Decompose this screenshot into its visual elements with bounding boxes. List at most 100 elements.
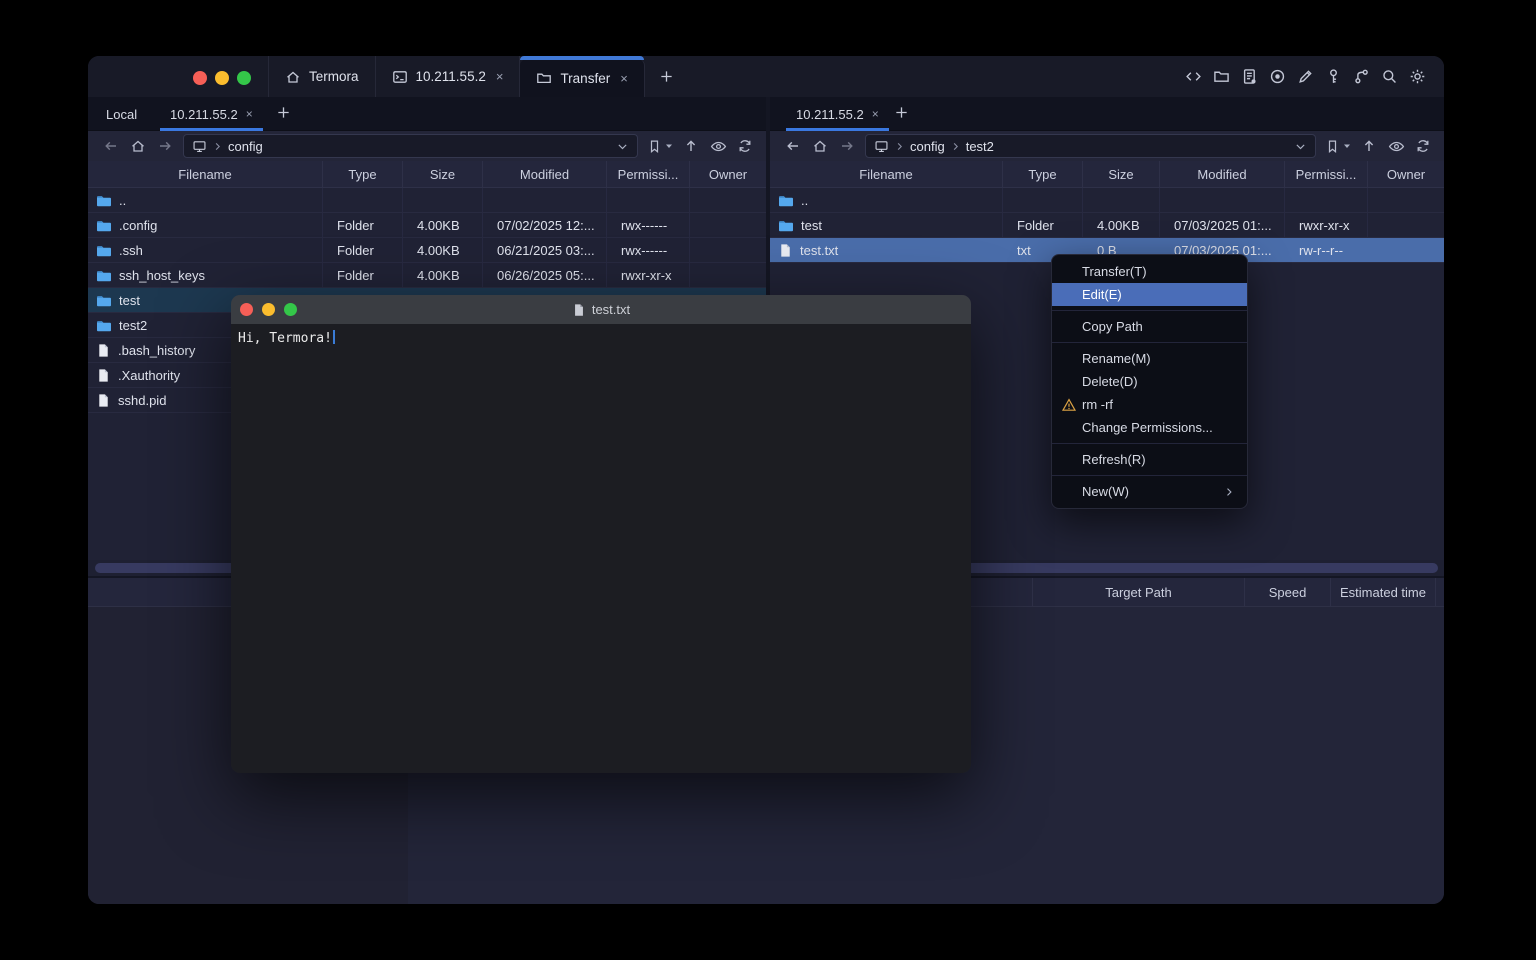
new-tab-button[interactable]	[645, 56, 688, 97]
refresh-icon[interactable]	[1414, 137, 1432, 155]
menu-item-rm-rf[interactable]: rm -rf	[1052, 393, 1247, 416]
menu-separator	[1052, 310, 1247, 311]
table-row[interactable]: test Folder4.00KB07/03/2025 01:...rwxr-x…	[770, 213, 1444, 238]
column-header[interactable]: Target Path	[1032, 578, 1244, 606]
menu-item-edit[interactable]: Edit(E)	[1052, 283, 1247, 306]
chevron-right-icon	[212, 141, 223, 152]
tab-label: 10.211.55.2	[416, 69, 486, 84]
column-header[interactable]: Permissi...	[1285, 161, 1368, 187]
toolbar	[1184, 56, 1426, 97]
refresh-icon[interactable]	[736, 137, 754, 155]
table-row[interactable]: ..	[770, 188, 1444, 213]
editor-zoom-button[interactable]	[284, 303, 297, 316]
snippets-icon[interactable]	[1240, 68, 1258, 86]
window-tabs: Termora 10.211.55.2 × Transfer ×	[268, 56, 688, 97]
close-tab-icon[interactable]: ×	[620, 71, 628, 86]
right-tab-host[interactable]: 10.211.55.2 ×	[782, 97, 893, 131]
pencil-icon[interactable]	[1296, 68, 1314, 86]
tab-host[interactable]: 10.211.55.2 ×	[376, 56, 521, 97]
back-icon[interactable]	[102, 137, 120, 155]
column-header[interactable]: Filename	[88, 161, 323, 187]
column-header[interactable]: Owner	[1368, 161, 1444, 187]
caret-down-icon	[665, 142, 673, 150]
code-icon[interactable]	[1184, 68, 1202, 86]
column-header[interactable]: Type	[323, 161, 403, 187]
table-row[interactable]: ssh_host_keys Folder4.00KB06/26/2025 05:…	[88, 263, 766, 288]
breadcrumb-segment[interactable]: config	[228, 139, 263, 154]
titlebar: Termora 10.211.55.2 × Transfer ×	[88, 56, 1444, 97]
home-icon[interactable]	[811, 137, 829, 155]
column-header[interactable]: Modified	[1160, 161, 1285, 187]
menu-separator	[1052, 443, 1247, 444]
breadcrumb-segment[interactable]: test2	[966, 139, 994, 154]
column-header[interactable]: Type	[1003, 161, 1083, 187]
tab-label: Termora	[309, 69, 359, 84]
close-tab-icon[interactable]: ×	[496, 69, 504, 84]
editor-close-button[interactable]	[240, 303, 253, 316]
menu-item-delete[interactable]: Delete(D)	[1052, 370, 1247, 393]
keychain-icon[interactable]	[1352, 68, 1370, 86]
table-row[interactable]: .ssh Folder4.00KB06/21/2025 03:...rwx---…	[88, 238, 766, 263]
zoom-window-button[interactable]	[237, 71, 251, 85]
close-window-button[interactable]	[193, 71, 207, 85]
column-header[interactable]: Size	[1083, 161, 1160, 187]
table-row[interactable]: .config Folder4.00KB07/02/2025 12:...rwx…	[88, 213, 766, 238]
settings-icon[interactable]	[1408, 68, 1426, 86]
column-header[interactable]: Permissi...	[607, 161, 690, 187]
folder-icon	[778, 193, 794, 209]
column-header[interactable]: Filename	[770, 161, 1003, 187]
menu-item-change-permissions[interactable]: Change Permissions...	[1052, 416, 1247, 439]
computer-icon	[192, 139, 207, 154]
breadcrumb-segment[interactable]: config	[910, 139, 945, 154]
folder-icon	[96, 243, 112, 259]
search-icon[interactable]	[1380, 68, 1398, 86]
chevron-right-icon	[950, 141, 961, 152]
bookmark-button[interactable]	[647, 139, 673, 154]
menu-item-copy-path[interactable]: Copy Path	[1052, 315, 1247, 338]
menu-item-rename[interactable]: Rename(M)	[1052, 347, 1247, 370]
table-row[interactable]: ..	[88, 188, 766, 213]
tab-termora[interactable]: Termora	[268, 56, 376, 97]
upload-icon[interactable]	[682, 137, 700, 155]
menu-item-new[interactable]: New(W)	[1052, 480, 1247, 503]
chevron-down-icon[interactable]	[1294, 140, 1307, 153]
key-icon[interactable]	[1324, 68, 1342, 86]
editor-minimize-button[interactable]	[262, 303, 275, 316]
editor-titlebar[interactable]: test.txt	[231, 295, 971, 324]
home-icon	[285, 69, 301, 85]
record-icon[interactable]	[1268, 68, 1286, 86]
folder-icon	[536, 70, 552, 86]
show-hidden-icon[interactable]	[709, 137, 727, 155]
right-path-input[interactable]: config test2	[865, 134, 1316, 158]
left-path-input[interactable]: config	[183, 134, 638, 158]
column-header[interactable]: Size	[403, 161, 483, 187]
tab-label: Transfer	[560, 71, 610, 86]
upload-icon[interactable]	[1360, 137, 1378, 155]
show-hidden-icon[interactable]	[1387, 137, 1405, 155]
column-header[interactable]: Owner	[690, 161, 766, 187]
folder-icon[interactable]	[1212, 68, 1230, 86]
bookmark-button[interactable]	[1325, 139, 1351, 154]
menu-item-transfer[interactable]: Transfer(T)	[1052, 260, 1247, 283]
close-tab-icon[interactable]: ×	[872, 107, 879, 121]
computer-icon	[874, 139, 889, 154]
editor-content[interactable]: Hi, Termora!	[231, 324, 971, 773]
back-icon[interactable]	[784, 137, 802, 155]
home-icon[interactable]	[129, 137, 147, 155]
editor-title: test.txt	[592, 302, 630, 317]
left-tab-local[interactable]: Local	[92, 97, 151, 131]
column-header[interactable]: Estimated time	[1330, 578, 1435, 606]
forward-icon[interactable]	[156, 137, 174, 155]
tab-transfer[interactable]: Transfer ×	[520, 59, 644, 97]
left-tab-host[interactable]: 10.211.55.2 ×	[156, 97, 267, 131]
forward-icon[interactable]	[838, 137, 856, 155]
minimize-window-button[interactable]	[215, 71, 229, 85]
right-new-tab-button[interactable]	[894, 105, 909, 120]
left-table-header: Filename Type Size Modified Permissi... …	[88, 161, 766, 188]
column-header[interactable]: Modified	[483, 161, 607, 187]
menu-item-refresh[interactable]: Refresh(R)	[1052, 448, 1247, 471]
left-new-tab-button[interactable]	[276, 105, 291, 120]
column-header[interactable]: Speed	[1244, 578, 1330, 606]
close-tab-icon[interactable]: ×	[246, 107, 253, 121]
chevron-down-icon[interactable]	[616, 140, 629, 153]
